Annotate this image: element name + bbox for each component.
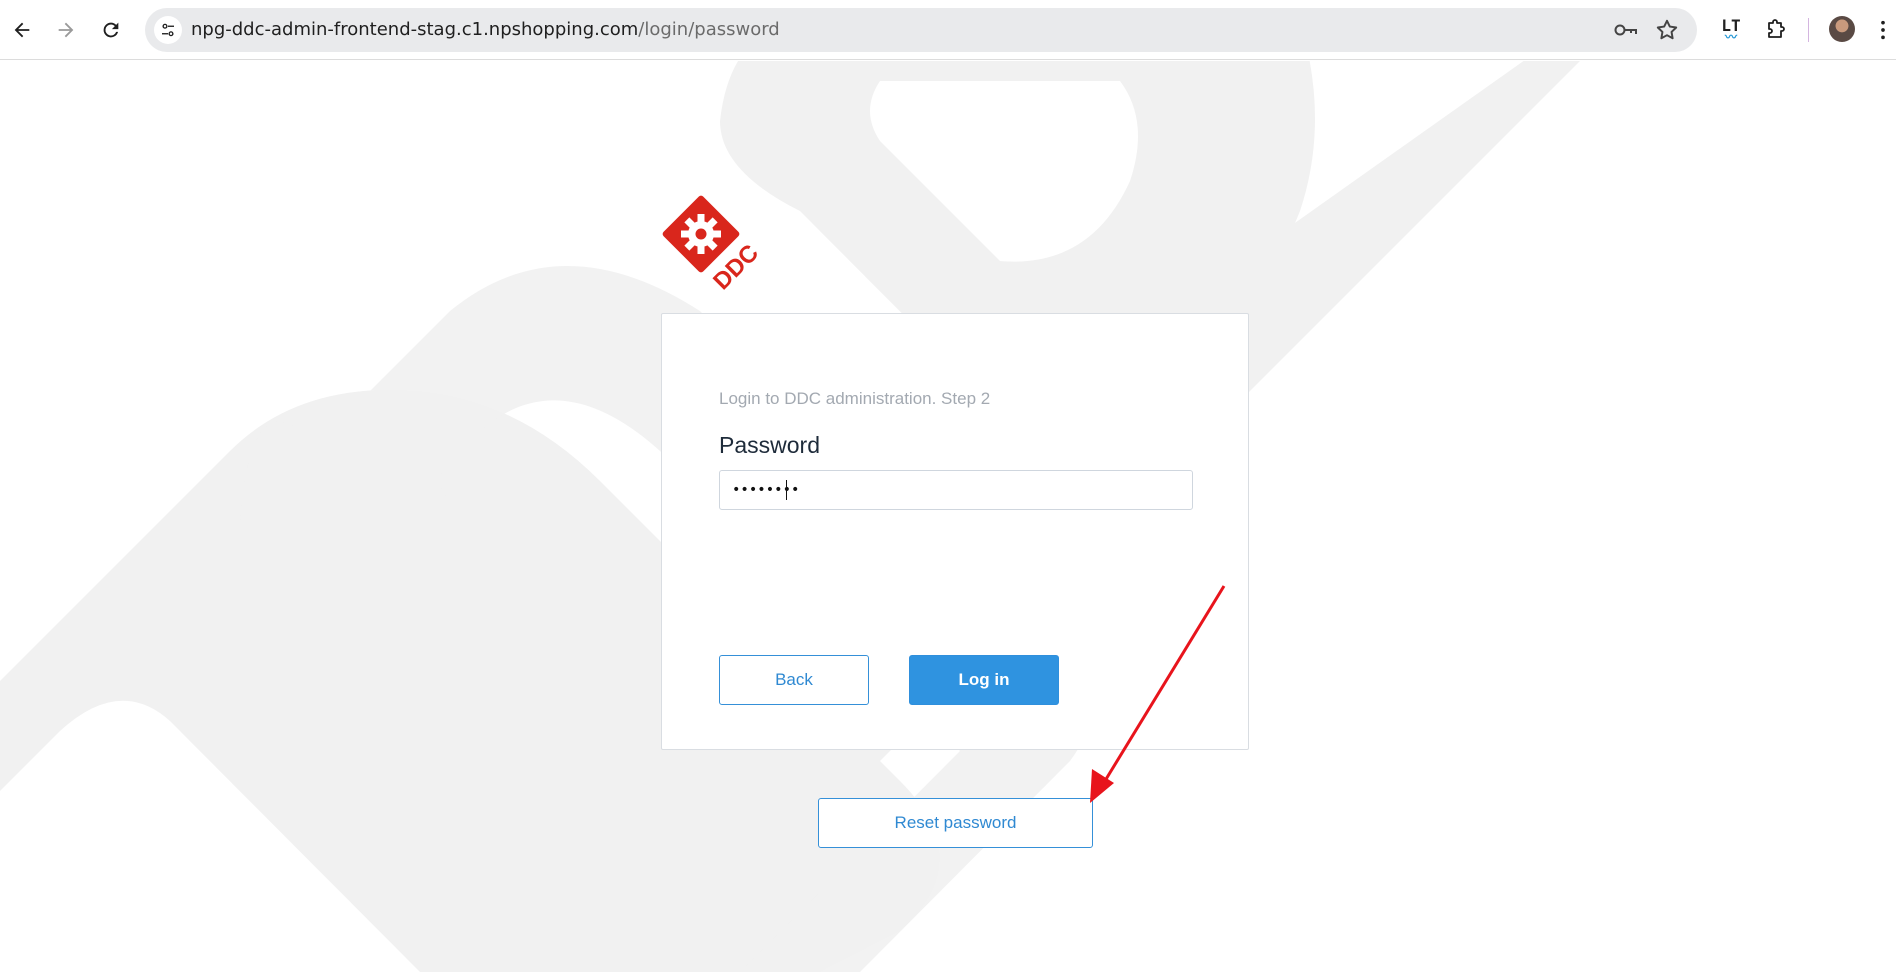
- url-text[interactable]: npg-ddc-admin-frontend-stag.c1.npshoppin…: [191, 19, 780, 41]
- wave-icon: 〰: [1724, 30, 1737, 44]
- browser-menu-button[interactable]: [1874, 14, 1892, 46]
- password-field[interactable]: [719, 470, 1193, 510]
- site-info-button[interactable]: [154, 16, 182, 44]
- address-bar[interactable]: npg-ddc-admin-frontend-stag.c1.npshoppin…: [145, 8, 1697, 52]
- puzzle-icon: [1768, 19, 1785, 38]
- toolbar-divider: [1808, 18, 1809, 42]
- url-host: npg-ddc-admin-frontend-stag.c1.npshoppin…: [191, 19, 639, 40]
- languagetool-icon[interactable]: LT 〰: [1716, 14, 1746, 46]
- text-caret: [786, 480, 787, 500]
- kebab-menu-icon: [1881, 20, 1885, 40]
- browser-toolbar: npg-ddc-admin-frontend-stag.c1.npshoppin…: [0, 0, 1896, 60]
- forward-nav-button[interactable]: [48, 12, 84, 48]
- key-icon[interactable]: [1613, 18, 1639, 42]
- login-button[interactable]: Log in: [909, 655, 1059, 705]
- password-label: Password: [719, 432, 820, 458]
- arrow-right-icon: [58, 22, 74, 38]
- arrow-left-icon: [14, 22, 30, 38]
- star-icon[interactable]: [1654, 17, 1680, 43]
- ddc-logo: DDC: [662, 195, 764, 295]
- back-nav-button[interactable]: [4, 12, 40, 48]
- login-card: Login to DDC administration. Step 2 Pass…: [661, 313, 1249, 750]
- avatar[interactable]: [1829, 16, 1855, 42]
- login-page: DDC Login to DDC administration. Step 2 …: [0, 61, 1896, 972]
- login-subtitle: Login to DDC administration. Step 2: [719, 389, 991, 408]
- reload-icon: [103, 22, 119, 38]
- back-button[interactable]: Back: [719, 655, 869, 705]
- reset-password-button[interactable]: Reset password: [818, 798, 1093, 848]
- extensions-button[interactable]: [1760, 14, 1792, 46]
- tune-icon: [162, 23, 174, 37]
- reload-button[interactable]: [93, 12, 129, 48]
- url-path: /login/password: [638, 19, 780, 40]
